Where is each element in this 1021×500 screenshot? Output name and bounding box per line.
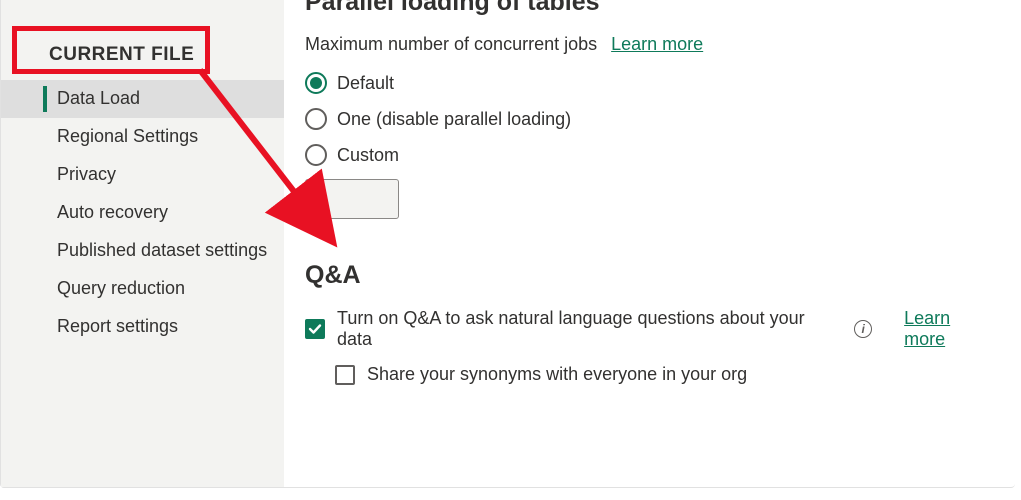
radio-one-label: One (disable parallel loading) [337, 109, 571, 130]
sidebar-item-auto-recovery[interactable]: Auto recovery [1, 194, 284, 232]
sidebar-item-label: Report settings [57, 316, 178, 336]
radio-default-label: Default [337, 73, 394, 94]
info-icon[interactable]: i [854, 320, 872, 338]
sidebar-item-label: Regional Settings [57, 126, 198, 146]
sidebar-item-label: Query reduction [57, 278, 185, 298]
sidebar-item-regional-settings[interactable]: Regional Settings [1, 118, 284, 156]
learn-more-link-qa[interactable]: Learn more [904, 308, 995, 350]
sidebar-item-data-load[interactable]: Data Load [1, 80, 284, 118]
section-heading-qa: Q&A [305, 261, 995, 290]
sidebar-item-label: Privacy [57, 164, 116, 184]
sidebar: CURRENT FILE Data Load Regional Settings… [1, 0, 285, 487]
section-heading-parallel-loading: Parallel loading of tables [305, 0, 600, 17]
checkbox-turn-on-qa[interactable] [305, 319, 325, 339]
sidebar-item-label: Auto recovery [57, 202, 168, 222]
custom-jobs-input[interactable] [305, 179, 399, 219]
sidebar-section-title: CURRENT FILE [1, 0, 284, 80]
parallel-loading-radio-group: Default One (disable parallel loading) C… [305, 65, 995, 219]
radio-custom-label: Custom [337, 145, 399, 166]
turn-on-qa-label: Turn on Q&A to ask natural language ques… [337, 308, 838, 350]
sidebar-item-query-reduction[interactable]: Query reduction [1, 270, 284, 308]
sidebar-item-published-dataset-settings[interactable]: Published dataset settings [1, 232, 284, 270]
sidebar-item-label: Published dataset settings [57, 240, 267, 260]
sidebar-item-label: Data Load [57, 88, 140, 108]
main-panel: Parallel loading of tables Maximum numbe… [285, 0, 1015, 487]
max-concurrent-jobs-label: Maximum number of concurrent jobs [305, 34, 597, 55]
checkbox-share-synonyms[interactable] [335, 365, 355, 385]
radio-custom[interactable] [305, 144, 327, 166]
sidebar-item-privacy[interactable]: Privacy [1, 156, 284, 194]
radio-default[interactable] [305, 72, 327, 94]
sidebar-item-report-settings[interactable]: Report settings [1, 308, 284, 346]
share-synonyms-label: Share your synonyms with everyone in you… [367, 364, 747, 385]
learn-more-link-parallel[interactable]: Learn more [611, 34, 703, 55]
radio-one[interactable] [305, 108, 327, 130]
